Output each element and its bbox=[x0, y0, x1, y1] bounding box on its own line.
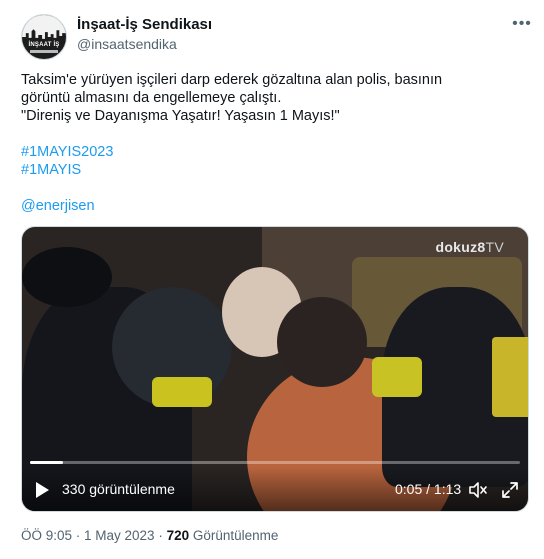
user-handle[interactable]: @insaatsendika bbox=[77, 36, 177, 52]
video-progress-bar[interactable] bbox=[30, 461, 520, 464]
video-scene-figure bbox=[492, 337, 528, 417]
hashtag-link[interactable]: #1MAYIS2023 bbox=[21, 143, 113, 161]
play-icon[interactable] bbox=[34, 481, 50, 499]
tweet-text-line: görüntü almasını da engellemeye çalıştı. bbox=[21, 90, 282, 106]
watermark-suffix: TV bbox=[485, 239, 504, 255]
video-scene-figure bbox=[22, 247, 112, 307]
video-scene-figure bbox=[277, 297, 367, 387]
video-controls: 330 görüntülenme 0:05 / 1:13 bbox=[22, 467, 528, 511]
avatar-label: İNŞAAT İŞ bbox=[28, 42, 60, 48]
tweet-text-line: Taksim'e yürüyen işçileri darp ederek gö… bbox=[21, 72, 443, 88]
fullscreen-icon[interactable] bbox=[500, 480, 520, 500]
more-dots-icon[interactable]: ••• bbox=[510, 14, 534, 38]
view-count-label: Görüntülenme bbox=[189, 528, 279, 543]
video-watermark: dokuz8TV bbox=[435, 239, 504, 255]
video-scene-figure bbox=[372, 357, 422, 397]
display-name[interactable]: İnşaat-İş Sendikası bbox=[77, 16, 212, 33]
video-progress-fill bbox=[30, 461, 64, 464]
video-time: 0:05 / 1:13 bbox=[395, 481, 462, 497]
avatar[interactable]: İNŞAAT İŞ bbox=[21, 14, 67, 60]
tweet-card: İNŞAAT İŞ İnşaat-İş Sendikası @insaatsen… bbox=[0, 0, 544, 559]
watermark-text: dokuz8 bbox=[435, 239, 486, 255]
view-count: 720 bbox=[166, 528, 190, 543]
mention-link[interactable]: @enerjisen bbox=[21, 197, 95, 215]
timestamp-link[interactable]: ÖÖ 9:05 · 1 May 2023 · bbox=[21, 528, 167, 543]
hashtag-link[interactable]: #1MAYIS bbox=[21, 161, 81, 179]
mute-icon[interactable] bbox=[468, 480, 488, 500]
tweet-meta: ÖÖ 9:05 · 1 May 2023 · 720 Görüntülenme bbox=[21, 528, 278, 543]
video-view-count: 330 görüntülenme bbox=[62, 481, 175, 497]
video-player[interactable]: dokuz8TV 330 görüntülenme 0:05 / 1:13 bbox=[21, 226, 529, 512]
video-scene-figure bbox=[152, 377, 212, 407]
tweet-text-line: "Direniş ve Dayanışma Yaşatır! Yaşasın 1… bbox=[21, 108, 340, 124]
avatar-underline bbox=[30, 50, 58, 53]
